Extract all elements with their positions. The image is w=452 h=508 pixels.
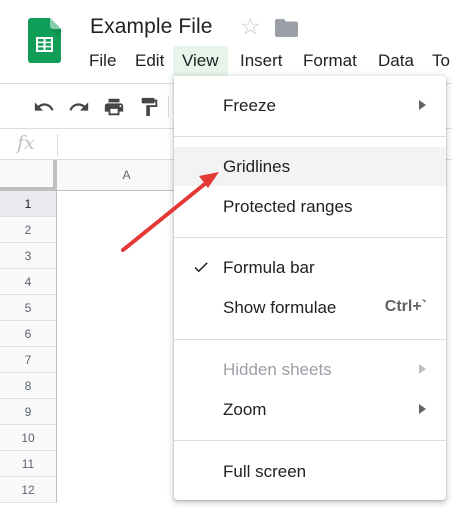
row-header-2[interactable]: 2 bbox=[0, 217, 57, 243]
menu-item-formula-bar[interactable]: Formula bar bbox=[174, 248, 446, 287]
row-header-6[interactable]: 6 bbox=[0, 321, 57, 347]
toolbar-separator bbox=[168, 96, 169, 118]
row-header-10[interactable]: 10 bbox=[0, 425, 57, 451]
submenu-arrow-icon bbox=[419, 404, 426, 414]
row-header-1[interactable]: 1 bbox=[0, 191, 57, 217]
menu-item-label: Protected ranges bbox=[223, 197, 353, 216]
menu-file[interactable]: File bbox=[80, 46, 125, 76]
submenu-arrow-icon bbox=[419, 100, 426, 110]
menu-tools[interactable]: To bbox=[423, 46, 452, 76]
menu-separator bbox=[174, 440, 446, 441]
row-header-3[interactable]: 3 bbox=[0, 243, 57, 269]
menu-item-freeze[interactable]: Freeze bbox=[174, 86, 446, 125]
folder-icon[interactable] bbox=[275, 19, 298, 37]
menu-view[interactable]: View bbox=[173, 46, 228, 76]
menu-data[interactable]: Data bbox=[369, 46, 423, 76]
menu-item-label: Hidden sheets bbox=[223, 360, 332, 379]
document-title[interactable]: Example File bbox=[90, 15, 213, 39]
menu-item-show-formulae[interactable]: Show formulae Ctrl+` bbox=[174, 288, 446, 327]
view-menu-dropdown: Freeze Gridlines Protected ranges Formul… bbox=[174, 76, 446, 500]
row-header-11[interactable]: 11 bbox=[0, 451, 57, 477]
menu-item-label: Zoom bbox=[223, 400, 267, 419]
submenu-arrow-icon bbox=[419, 364, 426, 374]
redo-icon[interactable] bbox=[68, 96, 90, 118]
menu-format[interactable]: Format bbox=[294, 46, 366, 76]
menu-separator bbox=[174, 339, 446, 340]
row-header-8[interactable]: 8 bbox=[0, 373, 57, 399]
paint-format-icon[interactable] bbox=[138, 96, 160, 118]
row-header-12[interactable]: 12 bbox=[0, 477, 57, 503]
menu-item-label: Gridlines bbox=[223, 157, 291, 176]
row-header-7[interactable]: 7 bbox=[0, 347, 57, 373]
menu-item-zoom[interactable]: Zoom bbox=[174, 390, 446, 429]
shortcut-hint: Ctrl+` bbox=[384, 298, 427, 315]
row-header-9[interactable]: 9 bbox=[0, 399, 57, 425]
fx-icon: fx bbox=[17, 132, 35, 154]
sheets-logo-icon[interactable] bbox=[28, 18, 61, 63]
formula-bar-separator bbox=[57, 134, 58, 156]
row-header-5[interactable]: 5 bbox=[0, 295, 57, 321]
menu-item-label: Show formulae bbox=[223, 298, 337, 317]
menu-item-label: Freeze bbox=[223, 96, 276, 115]
menu-item-protected-ranges[interactable]: Protected ranges bbox=[174, 187, 446, 226]
menu-separator bbox=[174, 136, 446, 137]
menu-edit[interactable]: Edit bbox=[126, 46, 173, 76]
menu-separator bbox=[174, 237, 446, 238]
menu-item-hidden-sheets: Hidden sheets bbox=[174, 350, 446, 389]
menu-item-full-screen[interactable]: Full screen bbox=[174, 452, 446, 491]
menu-item-label: Full screen bbox=[223, 462, 307, 481]
menu-item-label: Formula bar bbox=[223, 258, 315, 277]
menu-insert[interactable]: Insert bbox=[231, 46, 292, 76]
menu-item-gridlines[interactable]: Gridlines bbox=[174, 147, 446, 186]
row-header-4[interactable]: 4 bbox=[0, 269, 57, 295]
star-icon[interactable]: ☆ bbox=[240, 15, 261, 38]
undo-icon[interactable] bbox=[33, 96, 55, 118]
select-all-corner[interactable] bbox=[0, 160, 57, 191]
checkmark-icon bbox=[194, 262, 208, 273]
print-icon[interactable] bbox=[103, 96, 125, 118]
